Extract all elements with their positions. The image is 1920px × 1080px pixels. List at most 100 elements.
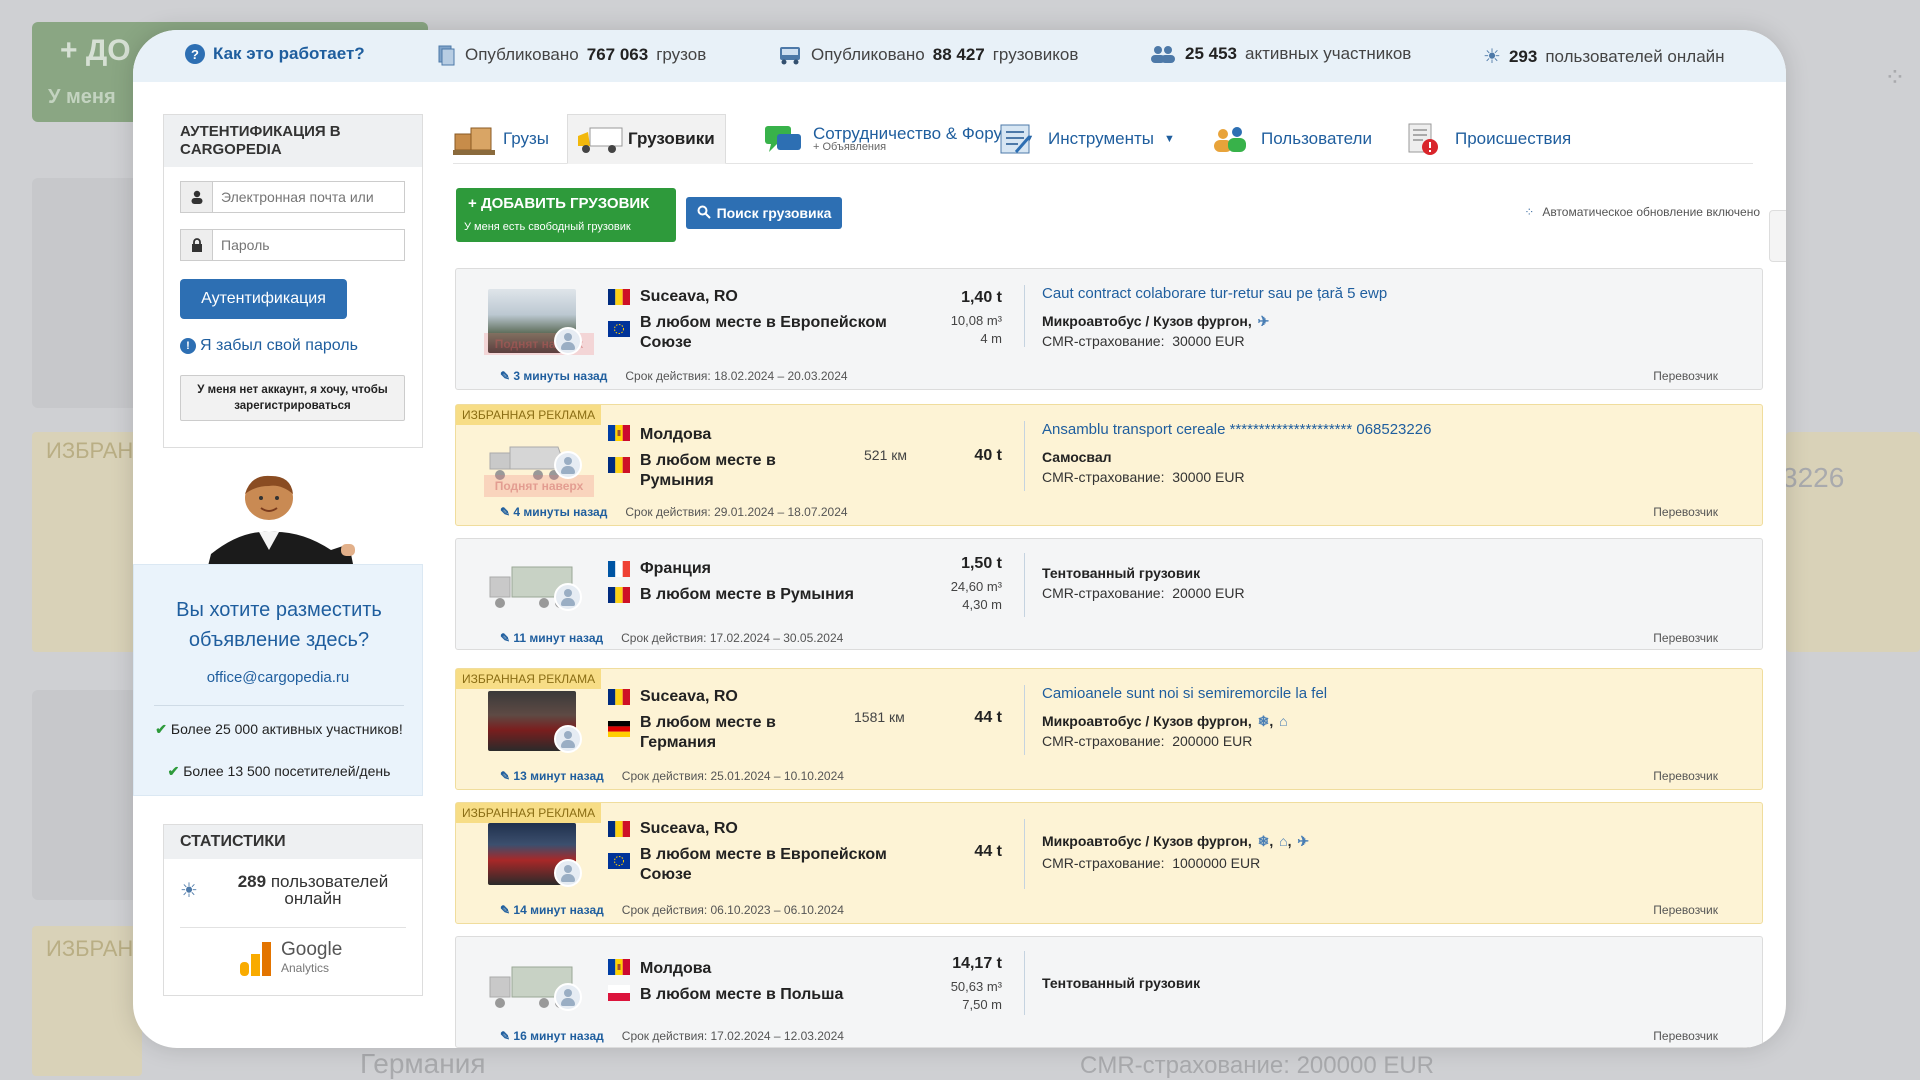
listing-title[interactable]: Caut contract colaborare tur-retur sau p… [1042, 285, 1387, 302]
listing-time[interactable]: ✎ 11 минут назад [500, 631, 603, 645]
auto-update-status[interactable]: ⁘ Автоматическое обновление включено [1524, 205, 1760, 219]
listing-time[interactable]: ✎ 4 минуты назад [500, 505, 607, 519]
add-truck-button[interactable]: + ДОБАВИТЬ ГРУЗОВИК У меня есть свободны… [456, 188, 676, 242]
listing-to: В любом месте в Румыния [640, 586, 854, 603]
listing-card[interactable]: Поднят наверх Suceava, RO В любом месте … [455, 268, 1763, 390]
incident-icon [1405, 122, 1445, 156]
bg-featured-text: ИЗБРАН [46, 438, 134, 463]
listing-card[interactable]: Франция В любом месте в Румыния 1,50 t 2… [455, 538, 1763, 650]
tab-incidents[interactable]: Происшествия [1405, 114, 1571, 164]
satellite-icon: ✈ [1297, 833, 1310, 849]
email-input[interactable] [213, 182, 404, 212]
promo-email-link[interactable]: office@cargopedia.ru [134, 669, 422, 686]
listing-meta: ✎ 11 минут назад Срок действия: 17.02.20… [500, 631, 843, 645]
listing-type: Самосвал [1042, 449, 1112, 465]
users-tab-icon [1211, 122, 1251, 156]
tab-cargo[interactable]: Грузы [453, 114, 549, 164]
search-truck-button[interactable]: Поиск грузовика [686, 197, 842, 229]
romania-flag-icon [608, 587, 630, 603]
tab-trucks[interactable]: Грузовики [567, 114, 726, 164]
refresh-icon: ⁘ [1524, 205, 1535, 219]
how-it-works-label: Как это работает? [213, 44, 365, 63]
listing-time[interactable]: ✎ 14 минут назад [500, 903, 604, 917]
ga-name: Google [281, 939, 343, 960]
listing-weight: 40 t [974, 447, 1002, 464]
listing-card-featured[interactable]: ИЗБРАННАЯ РЕКЛАМА Поднят наверх Молдова … [455, 404, 1763, 526]
add-truck-label: + ДОБАВИТЬ ГРУЗОВИК [468, 195, 650, 212]
listing-validity: Срок действия: 17.02.2024 – 12.03.2024 [621, 1029, 844, 1043]
featured-label: ИЗБРАННАЯ РЕКЛАМА [456, 669, 602, 689]
sun-icon: ☀ [180, 879, 198, 902]
google-analytics-logo[interactable]: Google Analytics [240, 939, 343, 977]
auth-title: АУТЕНТИФИКАЦИЯ В CARGOPEDIA [164, 115, 422, 167]
listing-time[interactable]: ✎ 3 минуты назад [500, 369, 607, 383]
online-users-count: 289 [237, 872, 267, 891]
bg-refresh-icon: ⁘ [1884, 62, 1906, 92]
login-button[interactable]: Аутентификация [180, 279, 347, 319]
listing-from: Франция [640, 560, 711, 577]
listing-weight: 1,40 t [961, 289, 1002, 306]
trucks-stat: Опубликовано 88 427 грузовиков [777, 44, 1078, 66]
listing-from: Молдова [640, 426, 712, 443]
bg-add-sub: У меня [48, 86, 116, 108]
online-suffix: пользователей онлайн [1545, 46, 1725, 66]
stats-bar: ? Как это работает? Опубликовано 767 063… [133, 30, 1786, 82]
members-suffix: активных участников [1245, 44, 1412, 63]
bg-insurance-text: CMR-страхование: 200000 EUR [1080, 1052, 1435, 1079]
exclamation-icon: ! [180, 338, 196, 354]
members-count: 25 453 [1185, 44, 1237, 63]
tab-forum[interactable]: Сотрудничество & Форум + Объявления ▼ [763, 114, 1034, 164]
snowflake-icon: ❄ [1257, 833, 1270, 849]
listing-insurance: CMR-страхование: 1000000 EUR [1042, 855, 1261, 871]
tab-incidents-label: Происшествия [1455, 129, 1572, 148]
forgot-password-link[interactable]: ! Я забыл свой пароль [180, 337, 358, 355]
avatar [554, 327, 582, 355]
listing-title[interactable]: Camioanele sunt noi si semiremorcile la … [1042, 685, 1327, 702]
listing-carrier: Перевозчик [1653, 903, 1718, 917]
listing-to: В любом месте в Европейском Союзе [640, 314, 887, 351]
listing-time[interactable]: ✎ 13 минут назад [500, 769, 604, 783]
cargo-suffix: грузов [656, 45, 707, 64]
listing-divider [1024, 553, 1025, 617]
listing-card-featured[interactable]: ИЗБРАННАЯ РЕКЛАМА Suceava, RO В любом ме… [455, 668, 1763, 790]
avatar [554, 859, 582, 887]
password-field[interactable] [180, 229, 405, 261]
bg-add-text: + ДО [60, 34, 131, 67]
avatar [554, 583, 582, 611]
sun-icon: ☀ [1483, 46, 1501, 68]
listing-to: В любом месте в Европейском Союзе [640, 846, 887, 883]
password-input[interactable] [213, 230, 404, 260]
search-truck-label: Поиск грузовика [716, 205, 832, 221]
eu-flag-icon [608, 321, 630, 337]
tab-users-label: Пользователи [1261, 129, 1372, 148]
chat-icon [763, 122, 803, 156]
tab-tools[interactable]: Инструменты ▼ [998, 114, 1175, 164]
statistics-box: СТАТИСТИКИ ☀ 289 пользователей онлайн Go… [163, 824, 423, 996]
truck-tab-icon [578, 122, 623, 156]
email-field[interactable] [180, 181, 405, 213]
tab-users[interactable]: Пользователи [1211, 114, 1372, 164]
listing-to: В любом месте в Германия [640, 714, 776, 751]
listing-title[interactable]: Ansamblu transport cereale *************… [1042, 421, 1431, 438]
listing-from: Suceava, RO [640, 820, 738, 837]
listing-card[interactable]: Молдова В любом месте в Польша 14,17 t 5… [455, 936, 1763, 1048]
bg-card-featured [32, 432, 142, 652]
listing-meta: ✎ 14 минут назад Срок действия: 06.10.20… [500, 903, 844, 917]
listing-weight: 44 t [974, 709, 1002, 726]
romania-flag-icon [608, 289, 630, 305]
trucks-prefix: Опубликовано [811, 45, 925, 64]
promo-question: Вы хотите разместить объявление здесь? [176, 599, 382, 651]
check-icon: ✔ [167, 763, 180, 779]
online-users-text: 289 пользователей онлайн [216, 873, 410, 907]
listing-time[interactable]: ✎ 16 минут назад [500, 1029, 604, 1043]
side-panel-handle[interactable] [1769, 210, 1786, 262]
listing-card-featured[interactable]: ИЗБРАННАЯ РЕКЛАМА Suceava, RO В любом ме… [455, 802, 1763, 924]
listing-type: Тентованный грузовик [1042, 565, 1201, 581]
listing-insurance: CMR-страхование: 200000 EUR [1042, 733, 1253, 749]
register-button[interactable]: У меня нет аккаунт, я хочу, чтобы зареги… [180, 375, 405, 421]
listing-distance: 521 км [864, 447, 907, 463]
how-it-works-link[interactable]: ? Как это работает? [185, 44, 365, 64]
tab-cargo-label: Грузы [503, 129, 550, 148]
listing-to: В любом месте в Польша [640, 986, 844, 1003]
snowflake-icon: ❄ [1257, 713, 1270, 729]
